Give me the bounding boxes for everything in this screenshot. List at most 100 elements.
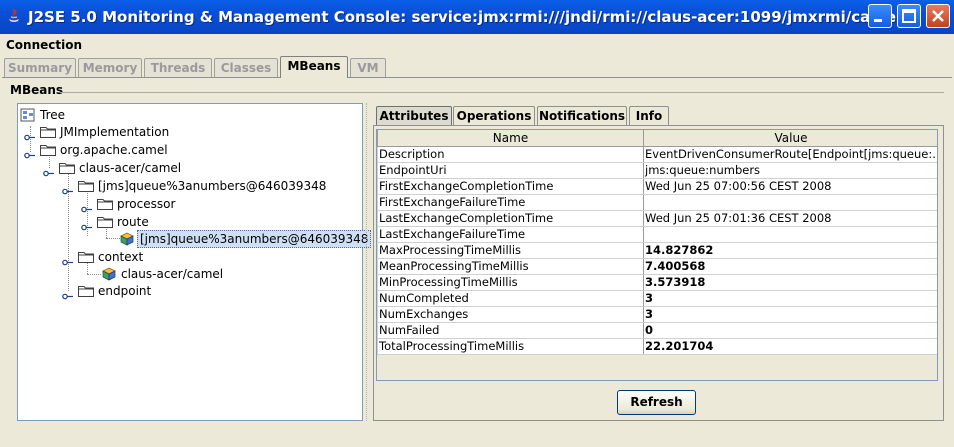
expanded-handle-icon xyxy=(62,183,73,195)
tree-node-label: context xyxy=(98,250,144,264)
folder-icon xyxy=(40,143,56,156)
attribute-value[interactable]: Wed Jun 25 07:01:36 CEST 2008 xyxy=(643,210,937,227)
tree-node-route[interactable]: route xyxy=(81,214,241,231)
attribute-name: NumFailed xyxy=(377,322,644,339)
tree-node-selected-bean[interactable]: [jms]queue%3anumbers@646039348 xyxy=(120,230,372,248)
tree-node-label: JMImplementation xyxy=(60,125,170,139)
tree-node-jmimplementation[interactable]: JMImplementation xyxy=(24,124,184,141)
column-header-value[interactable]: Value xyxy=(643,130,937,147)
split-pane-grip xyxy=(366,103,369,421)
table-row[interactable]: FirstExchangeFailureTime xyxy=(377,194,937,211)
expanded-handle-icon xyxy=(43,165,54,177)
attribute-value[interactable]: 3.573918 xyxy=(643,274,937,291)
refresh-button[interactable]: Refresh xyxy=(617,390,696,415)
java-icon xyxy=(5,7,23,25)
tree-node-context[interactable]: context xyxy=(62,249,222,266)
title-bar[interactable]: J2SE 5.0 Monitoring & Management Console… xyxy=(0,0,954,34)
tab-memory[interactable]: Memory xyxy=(78,58,142,77)
tree-connector xyxy=(87,274,101,275)
expanded-handle-icon xyxy=(81,219,92,231)
tree-node-context-bean[interactable]: claus-acer/camel xyxy=(102,266,302,282)
attribute-value[interactable]: 7.400568 xyxy=(643,258,937,275)
attribute-value[interactable]: 14.827862 xyxy=(643,242,937,259)
table-row[interactable]: NumExchanges 3 xyxy=(377,306,937,323)
folder-icon xyxy=(78,179,94,192)
tree-node-label: claus-acer/camel xyxy=(121,267,224,281)
tree-connector xyxy=(106,238,120,239)
attribute-name: MaxProcessingTimeMillis xyxy=(377,242,644,259)
group-divider xyxy=(60,92,944,93)
attributes-table: Name Value Description EventDrivenConsume… xyxy=(377,130,937,355)
tree-node-processor[interactable]: processor xyxy=(81,196,241,213)
folder-icon xyxy=(59,161,75,174)
tree-node-label: endpoint xyxy=(98,284,152,298)
attributes-table-container[interactable]: Name Value Description EventDrivenConsume… xyxy=(376,129,938,381)
attribute-value[interactable] xyxy=(643,226,937,243)
tree-root[interactable]: Tree xyxy=(20,107,100,123)
tree-root-icon xyxy=(20,108,36,122)
attribute-value[interactable] xyxy=(643,194,937,211)
expanded-handle-icon xyxy=(24,147,35,159)
attribute-name: Description xyxy=(377,146,644,163)
mbean-tree[interactable]: Tree JMImplementation org.apache.camel c… xyxy=(17,103,372,421)
mbean-icon xyxy=(102,267,116,281)
table-row[interactable]: LastExchangeCompletionTime Wed Jun 25 07:… xyxy=(377,210,937,227)
attribute-value[interactable]: Wed Jun 25 07:00:56 CEST 2008 xyxy=(643,178,937,195)
tab-summary[interactable]: Summary xyxy=(4,58,76,77)
window-title: J2SE 5.0 Monitoring & Management Console… xyxy=(28,8,902,26)
close-button[interactable] xyxy=(926,4,950,28)
tree-node-label: [jms]queue%3anumbers@646039348 xyxy=(98,179,327,193)
attribute-value[interactable]: 3 xyxy=(643,306,937,323)
attribute-name: LastExchangeCompletionTime xyxy=(377,210,644,227)
tree-node-label: claus-acer/camel xyxy=(79,161,182,175)
folder-icon xyxy=(40,125,56,138)
tab-mbeans[interactable]: MBeans xyxy=(280,56,348,78)
table-row[interactable]: MaxProcessingTimeMillis 14.827862 xyxy=(377,242,937,259)
tab-vm[interactable]: VM xyxy=(350,58,386,77)
table-row[interactable]: Description EventDrivenConsumerRoute[Endp… xyxy=(377,146,937,163)
attribute-name: MeanProcessingTimeMillis xyxy=(377,258,644,275)
folder-icon xyxy=(78,250,94,263)
attribute-value[interactable]: 22.201704 xyxy=(643,338,937,355)
minimize-button[interactable] xyxy=(868,4,892,28)
tree-node-jms-queue[interactable]: [jms]queue%3anumbers@646039348 xyxy=(62,178,342,195)
tree-node-endpoint[interactable]: endpoint xyxy=(62,283,222,300)
menu-connection[interactable]: Connection xyxy=(6,38,82,52)
table-row[interactable]: NumFailed 0 xyxy=(377,322,937,339)
attribute-name: EndpointUri xyxy=(377,162,644,179)
tab-attributes[interactable]: Attributes xyxy=(376,106,452,126)
tree-node-org-apache-camel[interactable]: org.apache.camel xyxy=(24,142,184,159)
tree-node-label: org.apache.camel xyxy=(60,143,168,157)
attribute-value[interactable]: EventDrivenConsumerRoute[Endpoint[jms:qu… xyxy=(643,146,937,163)
tab-classes[interactable]: Classes xyxy=(214,58,278,77)
attribute-name: FirstExchangeCompletionTime xyxy=(377,178,644,195)
minimize-icon xyxy=(874,19,882,22)
table-row[interactable]: NumCompleted 3 xyxy=(377,290,937,307)
tab-threads[interactable]: Threads xyxy=(144,58,212,77)
table-row[interactable]: FirstExchangeCompletionTime Wed Jun 25 07… xyxy=(377,178,937,195)
table-row[interactable]: MinProcessingTimeMillis 3.573918 xyxy=(377,274,937,291)
table-row[interactable]: TotalProcessingTimeMillis 22.201704 xyxy=(377,338,937,355)
attribute-value[interactable]: jms:queue:numbers xyxy=(643,162,937,179)
tab-strip-line xyxy=(2,77,952,78)
attribute-value[interactable]: 0 xyxy=(643,322,937,339)
tab-notifications[interactable]: Notifications xyxy=(537,106,627,126)
menu-bar: Connection xyxy=(0,34,954,56)
maximize-button[interactable] xyxy=(897,4,921,28)
attribute-name: LastExchangeFailureTime xyxy=(377,226,644,243)
tree-node-claus-acer-camel[interactable]: claus-acer/camel xyxy=(43,160,203,177)
collapsed-handle-icon xyxy=(81,201,92,213)
tab-info[interactable]: Info xyxy=(629,106,669,126)
folder-icon xyxy=(78,284,94,297)
table-row[interactable]: LastExchangeFailureTime xyxy=(377,226,937,243)
close-icon xyxy=(932,10,944,22)
attribute-name: TotalProcessingTimeMillis xyxy=(377,338,644,355)
attribute-value[interactable]: 3 xyxy=(643,290,937,307)
table-row[interactable]: EndpointUri jms:queue:numbers xyxy=(377,162,937,179)
attribute-name: NumExchanges xyxy=(377,306,644,323)
collapsed-handle-icon xyxy=(24,129,35,141)
tree-root-label: Tree xyxy=(40,108,66,122)
column-header-name[interactable]: Name xyxy=(377,130,644,147)
table-row[interactable]: MeanProcessingTimeMillis 7.400568 xyxy=(377,258,937,275)
tab-operations[interactable]: Operations xyxy=(453,106,535,126)
